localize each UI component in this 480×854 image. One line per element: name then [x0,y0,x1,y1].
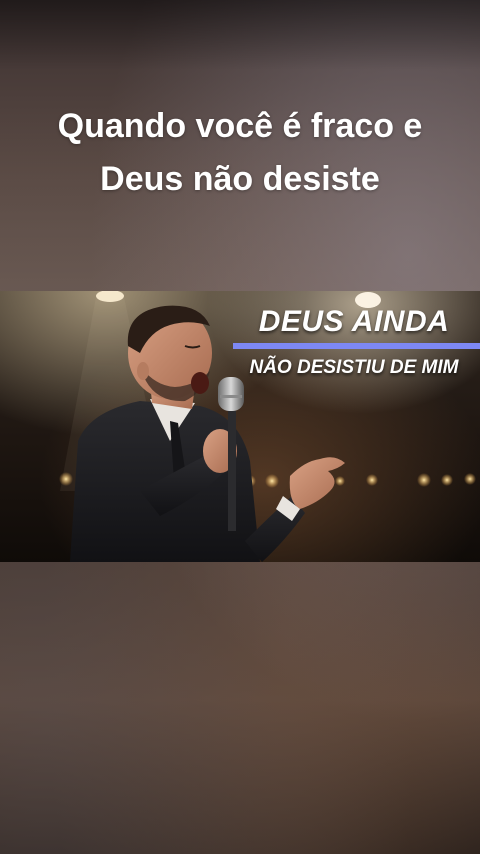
video-thumbnail[interactable]: DEUS AINDA NÃO DESISTIU DE MIM [0,291,480,562]
title-accent-bar [233,343,480,349]
title-sub-text: NÃO DESISTIU DE MIM [249,357,459,378]
top-gradient [0,0,480,70]
title-main-text: DEUS AINDA [258,305,450,338]
caption-text: Quando você é fraco e Deus não desiste [20,100,460,206]
caption-line-1: Quando você é fraco e [57,107,423,145]
thumbnail-title: DEUS AINDA NÃO DESISTIU DE MIM [228,305,480,379]
caption-line-2: Deus não desiste [100,160,380,198]
video-screen[interactable]: Quando você é fraco e Deus não desiste D… [0,0,480,854]
